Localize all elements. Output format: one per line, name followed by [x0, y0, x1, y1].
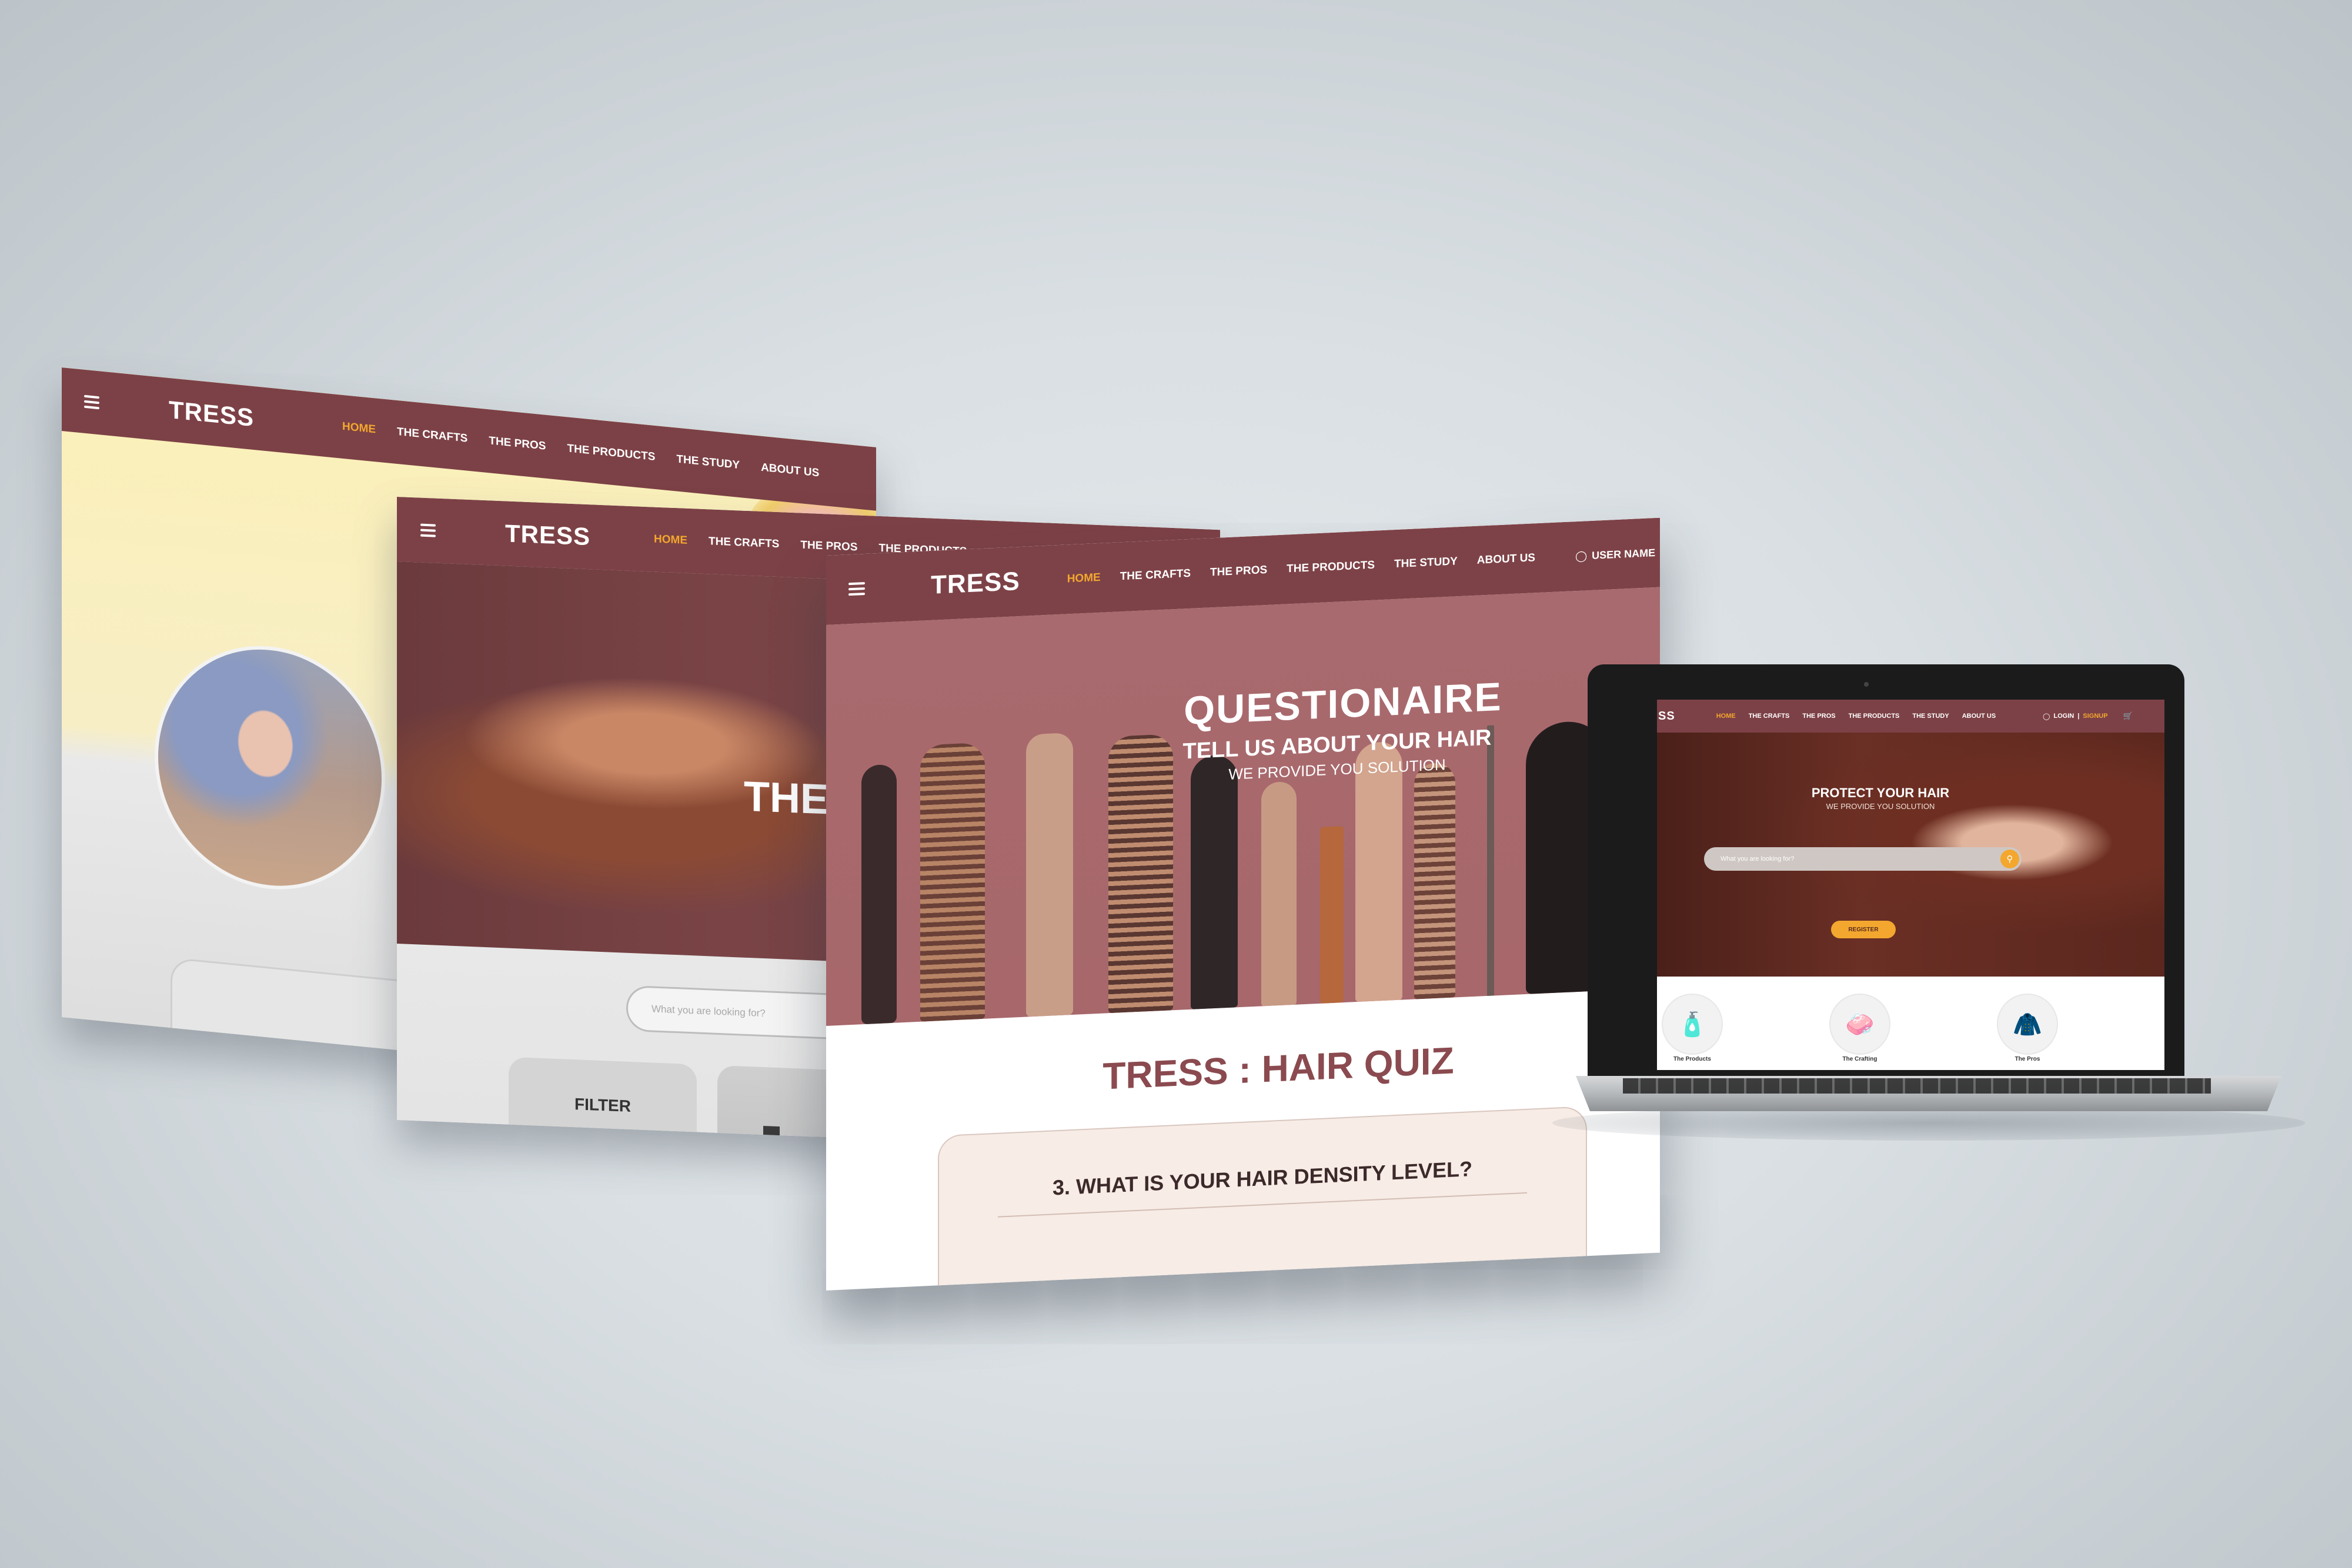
comb-shape: [1320, 826, 1344, 1004]
hair-quiz-screen: TRESS HOME THE CRAFTS THE PROS THE PRODU…: [826, 517, 1660, 1290]
hamburger-menu-icon[interactable]: [420, 521, 436, 540]
nav-the-crafts[interactable]: THE CRAFTS: [1749, 713, 1790, 720]
question-card: 3. WHAT IS YOUR HAIR DENSITY LEVEL?: [938, 1106, 1587, 1290]
nav-the-study[interactable]: THE STUDY: [676, 453, 740, 473]
quiz-heading: TRESS : HAIR QUIZ: [1102, 1039, 1454, 1098]
main-nav: HOME THE CRAFTS THE PROS THE PRODUCTS TH…: [1716, 713, 1996, 720]
profile-avatar: [155, 635, 385, 900]
pros-icon: 🧥: [1997, 994, 2058, 1055]
category-products[interactable]: 🧴 The Products: [1657, 994, 1745, 1062]
nav-home[interactable]: HOME: [654, 533, 687, 547]
camera-icon: [1864, 682, 1869, 687]
user-name-link[interactable]: USER NAME: [1592, 546, 1655, 561]
search-input[interactable]: What you are looking for? ⚲: [1704, 847, 2022, 871]
hero-subheading: WE PROVIDE YOU SOLUTION: [1826, 802, 1935, 811]
category-pros[interactable]: 🧥 The Pros: [1975, 994, 2080, 1062]
nav-the-pros[interactable]: THE PROS: [800, 539, 857, 554]
nav-the-study[interactable]: THE STUDY: [1394, 555, 1458, 571]
mockup-scene: TRESS HOME THE CRAFTS THE PROS THE PRODU…: [0, 0, 2352, 1568]
laptop-keyboard: [1623, 1078, 2211, 1094]
nav-the-pros[interactable]: THE PROS: [1802, 713, 1835, 720]
nav-the-pros[interactable]: THE PROS: [489, 434, 546, 453]
nav-about-us[interactable]: ABOUT US: [1477, 551, 1535, 567]
nav-home[interactable]: HOME: [1067, 571, 1101, 586]
nav-home[interactable]: HOME: [342, 420, 376, 437]
products-icon: 🧴: [1662, 994, 1723, 1055]
filter-label: FILTER: [574, 1095, 631, 1115]
nav-the-crafts[interactable]: THE CRAFTS: [397, 426, 467, 446]
filter-panel[interactable]: FILTER: [509, 1057, 697, 1154]
register-button[interactable]: REGISTER: [1831, 921, 1896, 938]
user-icon: ◯: [1575, 549, 1588, 562]
curling-iron-shape: [1261, 781, 1297, 1007]
category-label: The Pros: [2014, 1056, 2040, 1062]
separator: |: [2077, 713, 2080, 720]
round-brush-shape: [1414, 762, 1455, 999]
laptop-home-screen: SS HOME THE CRAFTS THE PROS THE PRODUCTS…: [1657, 700, 2164, 1070]
site-logo[interactable]: TRESS: [505, 519, 590, 551]
site-header: TRESS HOME THE CRAFTS THE PROS THE PRODU…: [62, 367, 876, 511]
nav-about-us[interactable]: ABOUT US: [761, 462, 819, 480]
site-logo[interactable]: TRESS: [169, 396, 254, 432]
product-bottles-image: [729, 1118, 835, 1154]
nav-the-study[interactable]: THE STUDY: [1912, 713, 1949, 720]
nav-about-us[interactable]: ABOUT US: [1962, 713, 1996, 720]
site-logo[interactable]: TRESS: [931, 567, 1020, 600]
questionnaire-hero: QUESTIONAIRE TELL US ABOUT YOUR HAIR WE …: [826, 587, 1660, 1026]
search-placeholder: What you are looking for?: [1720, 855, 1795, 862]
user-icon: ◯: [2043, 713, 2050, 720]
question-text: 3. WHAT IS YOUR HAIR DENSITY LEVEL?: [1052, 1156, 1473, 1200]
nav-the-pros[interactable]: THE PROS: [1210, 564, 1267, 579]
main-nav: HOME THE CRAFTS THE PROS THE PRODUCTS TH…: [1067, 551, 1535, 586]
bottle-shape: [1355, 741, 1402, 1002]
nav-the-crafts[interactable]: THE CRAFTS: [709, 535, 779, 551]
hero-banner: PROTECT YOUR HAIR WE PROVIDE YOU SOLUTIO…: [1657, 733, 2164, 977]
nav-the-products[interactable]: THE PRODUCTS: [1287, 559, 1375, 576]
dryer-nozzle-shape: [1191, 754, 1238, 1009]
category-label: The Crafting: [1842, 1056, 1877, 1062]
flat-iron-shape: [861, 764, 897, 1025]
search-icon[interactable]: ⚲: [2000, 850, 2019, 868]
hamburger-menu-icon[interactable]: [848, 579, 865, 599]
hamburger-menu-icon[interactable]: [84, 392, 99, 413]
crafting-icon: 🧼: [1829, 994, 1890, 1055]
site-logo[interactable]: SS: [1658, 710, 1675, 723]
cart-icon[interactable]: 🛒: [2123, 711, 2133, 721]
account-links: ◯ LOGIN | SIGNUP: [2043, 713, 2107, 720]
category-label: The Products: [1673, 1056, 1711, 1062]
signup-link[interactable]: SIGNUP: [2083, 713, 2107, 720]
hero-heading: PROTECT YOUR HAIR: [1811, 785, 1950, 800]
category-crafting[interactable]: 🧼 The Crafting: [1807, 994, 1913, 1062]
main-nav: HOME THE CRAFTS THE PROS THE PRODUCTS TH…: [342, 420, 819, 480]
nav-the-products[interactable]: THE PRODUCTS: [1849, 713, 1900, 720]
nav-the-crafts[interactable]: THE CRAFTS: [1120, 567, 1191, 583]
login-link[interactable]: LOGIN: [2053, 713, 2074, 720]
site-header: SS HOME THE CRAFTS THE PROS THE PRODUCTS…: [1657, 700, 2164, 733]
nav-home[interactable]: HOME: [1716, 713, 1736, 720]
nav-the-products[interactable]: THE PRODUCTS: [567, 442, 655, 464]
account-links: ◯ USER NAME: [1575, 546, 1655, 562]
